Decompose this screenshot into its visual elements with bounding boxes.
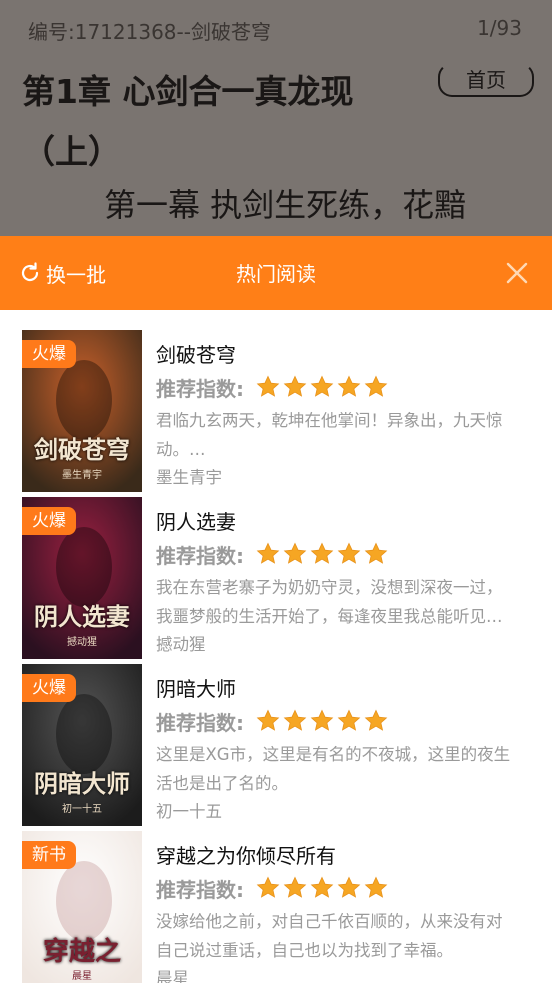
close-button[interactable] [504, 260, 530, 286]
book-badge: 新书 [22, 841, 76, 869]
book-cover[interactable]: 穿越之晨星 新书 [22, 831, 142, 983]
star-icon [310, 542, 334, 564]
book-cover[interactable]: 阴暗大师 初一十五 火爆 [22, 664, 142, 826]
star-icon [256, 876, 280, 898]
star-rating [256, 375, 391, 399]
star-icon [283, 876, 307, 898]
star-icon [310, 876, 334, 898]
book-badge: 火爆 [22, 507, 76, 535]
star-icon [364, 375, 388, 397]
star-rating [256, 542, 391, 566]
cover-title-text: 阴人选妻 [34, 602, 130, 631]
star-icon [337, 542, 361, 564]
book-id-text: 编号:17121368--剑破苍穹 [28, 20, 271, 44]
star-rating [256, 876, 391, 900]
book-description: 没嫁给他之前，对自己千依百顺的，从来没有对 自己说过重话，自己也以为找到了幸福。 [156, 912, 503, 960]
star-icon [256, 542, 280, 564]
rating-row: 推荐指数: [156, 705, 548, 737]
book-description: 君临九玄两天，乾坤在他掌间！异象出，九天惊 动。… [156, 411, 503, 459]
book-title[interactable]: 剑破苍穹 [156, 340, 548, 370]
book-cover[interactable]: 阴人选妻 撼动猩 火爆 [22, 497, 142, 659]
book-badge: 火爆 [22, 340, 76, 368]
home-button[interactable]: 首页 [438, 63, 534, 97]
chapter-title: 第1章 心剑合一真龙现（上） [22, 72, 354, 171]
rating-row: 推荐指数: [156, 371, 548, 403]
star-icon [256, 709, 280, 731]
book-title[interactable]: 阴暗大师 [156, 674, 548, 704]
book-description: 我在东营老寨子为奶奶守灵，没想到深夜一过， 我噩梦般的生活开始了，每逢夜里我总能… [156, 578, 503, 626]
star-icon [364, 709, 388, 731]
star-icon [256, 375, 280, 397]
star-icon [310, 375, 334, 397]
rating-label: 推荐指数: [156, 877, 244, 902]
rating-row: 推荐指数: [156, 538, 548, 570]
book-title[interactable]: 穿越之为你倾尽所有 [156, 841, 548, 871]
book-item[interactable]: 阴暗大师 初一十五 火爆 阴暗大师 推荐指数: 这里是XG市，这里是有名的不夜城，这… [0, 644, 552, 826]
rating-label: 推荐指数: [156, 710, 244, 735]
rating-row: 推荐指数: [156, 872, 548, 904]
cover-title-text: 阴暗大师 [34, 769, 130, 798]
reader-meta: 编号:17121368--剑破苍穹 1/93 [28, 16, 522, 45]
book-description: 这里是XG市，这里是有名的不夜城，这里的夜生 活也是出了名的。 [156, 745, 511, 793]
cover-author-text: 晨星 [72, 971, 92, 982]
book-item[interactable]: 穿越之晨星 新书 穿越之为你倾尽所有 推荐指数: 没嫁给他之前，对自己千依百顺的，… [0, 811, 552, 983]
book-list: 剑破苍穹 墨生青宇 火爆 剑破苍穹 推荐指数: 君临九玄两天，乾坤在他掌间！异象出，… [0, 310, 552, 983]
hot-reading-header: 换一批 热门阅读 [0, 236, 552, 310]
cover-title-text: 剑破苍穹 [34, 435, 130, 464]
star-icon [337, 375, 361, 397]
star-icon [364, 542, 388, 564]
popup-title: 热门阅读 [236, 262, 316, 286]
book-cover[interactable]: 剑破苍穹 墨生青宇 火爆 [22, 330, 142, 492]
star-icon [283, 709, 307, 731]
book-title[interactable]: 阴人选妻 [156, 507, 548, 537]
close-icon [506, 262, 528, 284]
star-icon [283, 542, 307, 564]
star-icon [310, 709, 334, 731]
book-badge: 火爆 [22, 674, 76, 702]
rating-label: 推荐指数: [156, 543, 244, 568]
star-icon [283, 375, 307, 397]
star-icon [337, 709, 361, 731]
star-rating [256, 709, 391, 733]
reader-background: 编号:17121368--剑破苍穹 1/93 第1章 心剑合一真龙现（上） 首页… [0, 0, 552, 236]
book-item[interactable]: 剑破苍穹 墨生青宇 火爆 剑破苍穹 推荐指数: 君临九玄两天，乾坤在他掌间！异象出，… [0, 310, 552, 492]
star-icon [364, 876, 388, 898]
book-item[interactable]: 阴人选妻 撼动猩 火爆 阴人选妻 推荐指数: 我在东营老寨子为奶奶守灵，没想到深夜一… [0, 477, 552, 659]
book-author: 晨星 [156, 969, 189, 983]
page-indicator: 1/93 [477, 16, 522, 40]
star-icon [337, 876, 361, 898]
rating-label: 推荐指数: [156, 376, 244, 401]
section-text: 第一幕 执剑生死练，花黯 [104, 186, 467, 224]
cover-title-text: 穿越之 [42, 937, 121, 967]
